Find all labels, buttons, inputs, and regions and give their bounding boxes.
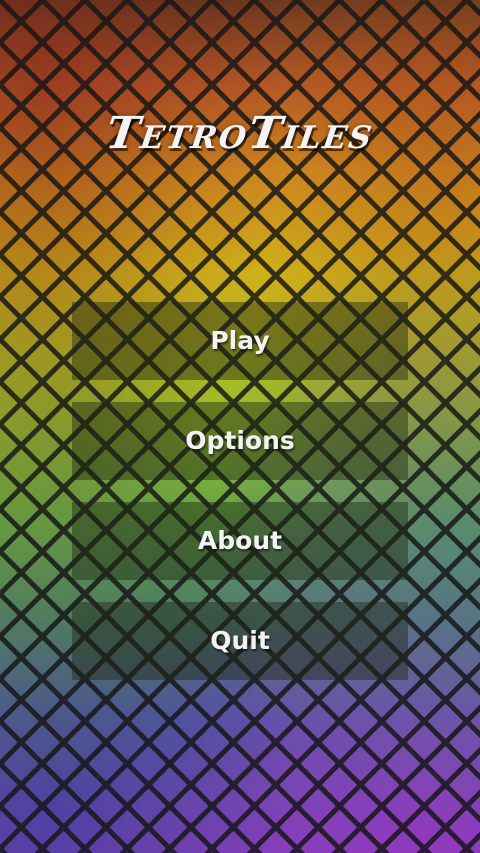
options-button[interactable]: Options bbox=[72, 402, 408, 480]
play-button[interactable]: Play bbox=[72, 302, 408, 380]
game-title: TetroTiles bbox=[102, 108, 378, 159]
main-menu: Play Options About Quit bbox=[72, 302, 408, 702]
main-menu-screen: TetroTiles Play Options About Quit bbox=[0, 0, 480, 853]
about-button[interactable]: About bbox=[72, 502, 408, 580]
quit-button[interactable]: Quit bbox=[72, 602, 408, 680]
